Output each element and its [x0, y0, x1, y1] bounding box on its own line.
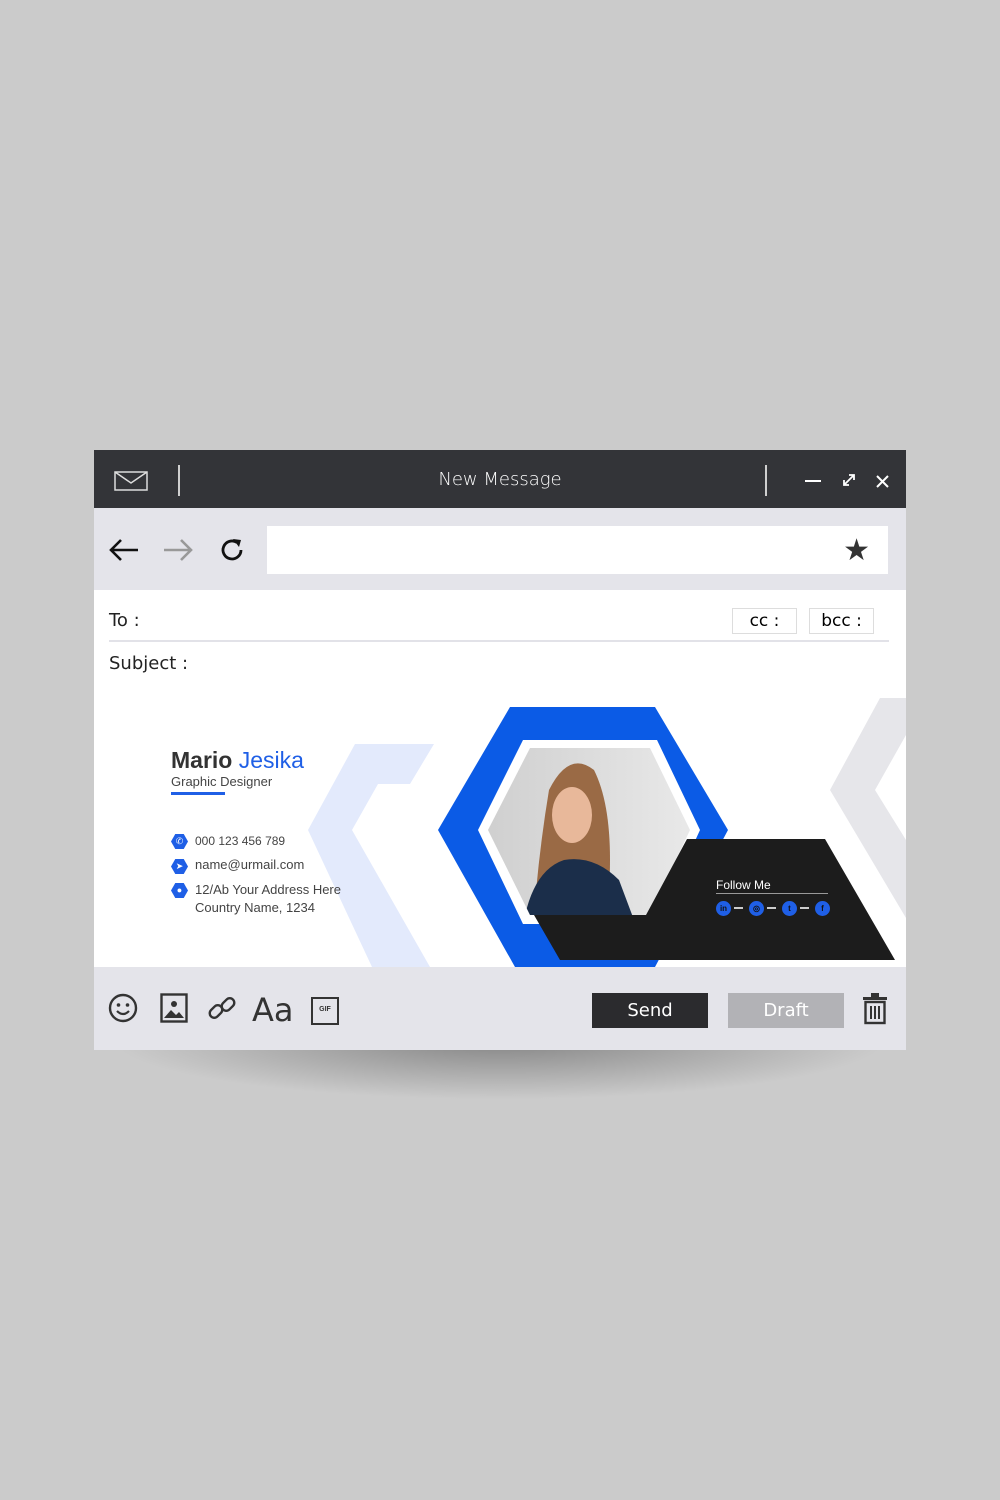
gif-icon[interactable]: GIF — [311, 997, 339, 1025]
follow-label: Follow Me — [716, 878, 828, 894]
to-label: To : — [109, 610, 140, 631]
send-button[interactable]: Send — [592, 993, 708, 1028]
image-icon[interactable] — [160, 993, 188, 1023]
emoji-icon[interactable] — [108, 993, 138, 1023]
instagram-icon[interactable]: ◎ — [749, 901, 764, 916]
address-line1: 12/Ab Your Address Here — [195, 882, 341, 897]
accent-underline — [171, 792, 225, 795]
light-chevron-left — [308, 744, 434, 967]
last-name: Jesika — [238, 747, 304, 773]
twitter-icon[interactable]: t — [782, 901, 797, 916]
address-line2: Country Name, 1234 — [195, 900, 315, 915]
cc-button[interactable]: cc : — [732, 608, 797, 634]
subject-label: Subject : — [109, 653, 189, 674]
bcc-button[interactable]: bcc : — [809, 608, 874, 634]
signature-name: Mario Jesika — [171, 747, 304, 774]
facebook-icon[interactable]: f — [815, 901, 830, 916]
dash — [767, 907, 776, 909]
compose-window: New Message ★ To : cc : bcc : Subject: … — [94, 450, 906, 1050]
linkedin-icon[interactable]: in — [716, 901, 731, 916]
link-icon[interactable] — [207, 993, 237, 1023]
dash — [734, 907, 743, 909]
to-divider — [109, 640, 889, 642]
phone-text: 000 123 456 789 — [195, 834, 286, 848]
email-text: name@urmail.com — [195, 857, 305, 872]
signature-role: Graphic Designer — [171, 774, 273, 789]
first-name: Mario — [171, 747, 233, 773]
dash — [800, 907, 809, 909]
draft-button[interactable]: Draft — [728, 993, 844, 1028]
font-icon[interactable]: Aa — [252, 991, 294, 1029]
bottom-toolbar: Aa GIF Send Draft — [94, 967, 906, 1050]
trash-icon[interactable] — [862, 993, 888, 1025]
